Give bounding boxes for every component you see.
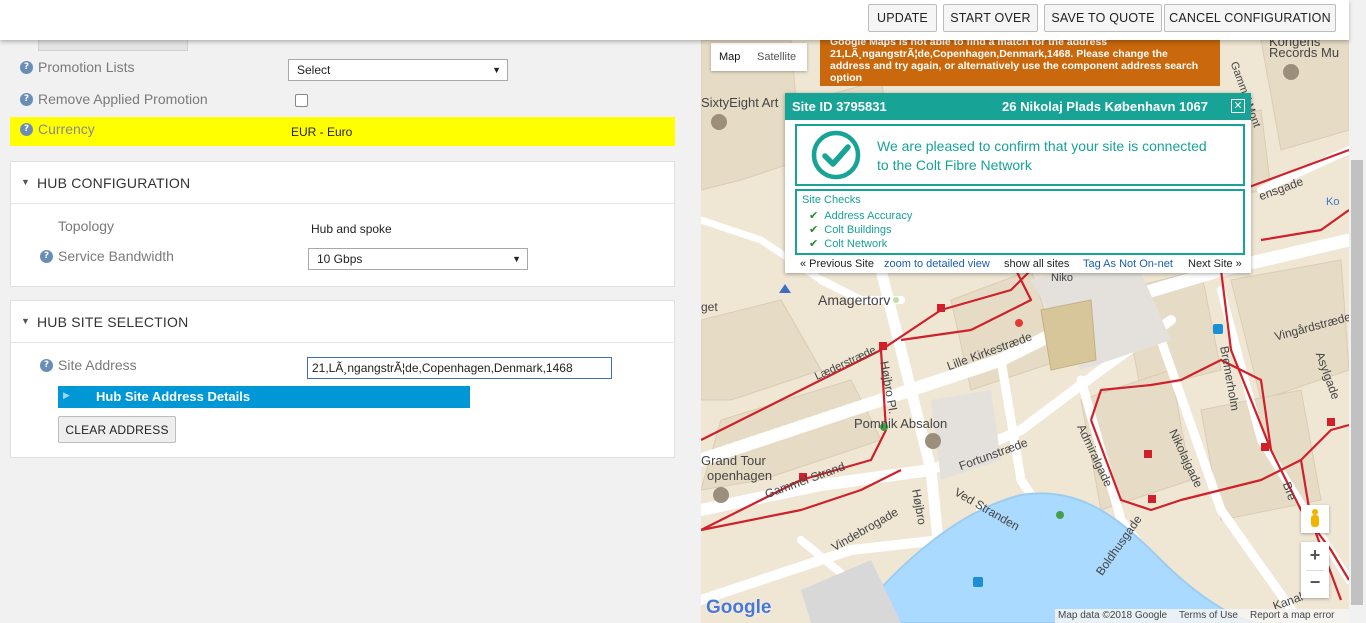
cancel-configuration-button[interactable]: CANCEL CONFIGURATION (1164, 4, 1336, 32)
currency-value: EUR - Euro (291, 125, 353, 139)
caret-down-icon: ▼ (512, 254, 521, 264)
map-type-satellite[interactable]: Satellite (757, 51, 796, 63)
site-check-label: Colt Network (824, 238, 888, 250)
map-label: Grand Tour (701, 453, 766, 468)
scrollbar-thumb[interactable] (1351, 160, 1363, 605)
site-info-header: Site ID 3795831 26 Nikolaj Plads Københa… (785, 93, 1251, 120)
help-icon[interactable]: ? (40, 250, 53, 263)
page-scrollbar[interactable] (1349, 0, 1366, 623)
map-type-control: Map Satellite (711, 43, 807, 71)
service-bandwidth-select[interactable]: 10 Gbps ▼ (308, 248, 528, 270)
top-toolbar: UPDATE START OVER SAVE TO QUOTE CANCEL C… (0, 0, 1349, 40)
site-id: Site ID 3795831 (792, 99, 887, 114)
next-site-link[interactable]: Next Site » (1188, 258, 1242, 270)
map-label: get (701, 300, 718, 314)
hub-site-address-details-bar[interactable]: ▶ Hub Site Address Details (58, 386, 470, 408)
map-label: Pomnik Absalon (854, 416, 948, 431)
check-icon: ✔ (809, 237, 819, 250)
hub-configuration-header[interactable]: ▼ HUB CONFIGURATION (11, 162, 674, 204)
hub-site-address-details-label: Hub Site Address Details (96, 389, 251, 404)
hub-site-selection-title: HUB SITE SELECTION (37, 314, 189, 330)
site-address-value: 21,LÃ¸ngangstrÃ¦de,Copenhagen,Denmark,14… (312, 361, 573, 375)
expand-triangle-icon: ▶ (63, 390, 70, 400)
map-label: Niko (1051, 272, 1074, 284)
site-address-input[interactable]: 21,LÃ¸ngangstrÃ¦de,Copenhagen,Denmark,14… (307, 357, 612, 379)
site-info-window: Site ID 3795831 26 Nikolaj Plads Københa… (785, 93, 1251, 273)
collapse-triangle-icon: ▼ (21, 177, 30, 187)
report-error-link[interactable]: Report a map error (1250, 609, 1334, 623)
hub-site-selection-header[interactable]: ▼ HUB SITE SELECTION (11, 301, 674, 343)
map-data-text: Map data ©2018 Google (1058, 610, 1168, 621)
site-checks-box: Site Checks ✔ Address Accuracy ✔ Colt Bu… (795, 189, 1245, 255)
site-address-label: Site Address (58, 357, 137, 373)
help-icon[interactable]: ? (20, 61, 33, 74)
collapse-triangle-icon: ▼ (21, 316, 30, 326)
google-logo: Google (706, 597, 772, 618)
tag-not-onnet-link[interactable]: Tag As Not On-net (1083, 258, 1173, 270)
check-circle-icon (811, 130, 861, 180)
zoom-out-icon[interactable]: − (1301, 572, 1329, 593)
check-icon: ✔ (809, 209, 819, 222)
help-icon[interactable]: ? (40, 359, 53, 372)
check-icon: ✔ (809, 223, 819, 236)
promotion-lists-value: Select (297, 63, 331, 77)
attribution-bar: Map data ©2018 Google Terms of Use Repor… (1055, 609, 1349, 623)
save-to-quote-button[interactable]: SAVE TO QUOTE (1044, 4, 1162, 32)
caret-down-icon: ▼ (492, 65, 501, 75)
map-label: Kongens (1269, 40, 1321, 49)
help-icon[interactable]: ? (20, 93, 33, 106)
map-label: SixtyEight Art (701, 95, 779, 110)
site-check-label: Colt Buildings (824, 224, 892, 236)
help-icon[interactable]: ? (20, 123, 33, 136)
site-check-label: Address Accuracy (824, 210, 913, 222)
address-warning: Google Maps is not able to find a match … (820, 40, 1220, 86)
zoom-detailed-link[interactable]: zoom to detailed view (884, 258, 990, 270)
site-check-item: ✔ Colt Network (809, 237, 887, 250)
map-label: Amagertorv (818, 292, 891, 308)
close-icon[interactable]: ✕ (1231, 99, 1245, 113)
zoom-in-icon[interactable]: + (1301, 545, 1329, 566)
service-bandwidth-label: Service Bandwidth (58, 248, 174, 264)
confirmation-box: We are pleased to confirm that your site… (795, 124, 1245, 186)
zoom-control: + − (1301, 542, 1329, 598)
start-over-button[interactable]: START OVER (943, 4, 1038, 32)
map-type-map[interactable]: Map (719, 51, 740, 63)
site-check-item: ✔ Address Accuracy (809, 209, 912, 222)
address-warning-text: Google Maps is not able to find a match … (830, 40, 1199, 84)
promotion-lists-select[interactable]: Select ▼ (288, 59, 508, 81)
currency-label: Currency (38, 121, 95, 137)
remove-promotion-label: Remove Applied Promotion (38, 91, 208, 107)
site-check-item: ✔ Colt Buildings (809, 223, 892, 236)
map-label: Ko (1326, 196, 1340, 208)
topology-value: Hub and spoke (311, 222, 392, 236)
hub-configuration-title: HUB CONFIGURATION (37, 175, 191, 191)
previous-site-link[interactable]: « Previous Site (800, 258, 874, 270)
map-label: openhagen (707, 468, 773, 483)
site-checks-title: Site Checks (802, 194, 861, 206)
promotion-lists-label: Promotion Lists (38, 59, 135, 75)
show-all-sites-link[interactable]: show all sites (1004, 258, 1069, 270)
site-address: 26 Nikolaj Plads København 1067 (1002, 99, 1208, 114)
topology-label: Topology (58, 218, 115, 234)
configuration-panel: ? Promotion Lists Select ▼ ? Remove Appl… (0, 0, 700, 623)
terms-link[interactable]: Terms of Use (1179, 609, 1238, 623)
remove-promotion-checkbox[interactable] (295, 94, 308, 107)
service-bandwidth-value: 10 Gbps (317, 252, 363, 266)
update-button[interactable]: UPDATE (868, 4, 937, 32)
confirmation-message: We are pleased to confirm that your site… (877, 138, 1207, 173)
clear-address-button[interactable]: CLEAR ADDRESS (58, 416, 176, 443)
pegman-icon (1310, 509, 1320, 527)
pegman-control[interactable] (1301, 505, 1329, 533)
